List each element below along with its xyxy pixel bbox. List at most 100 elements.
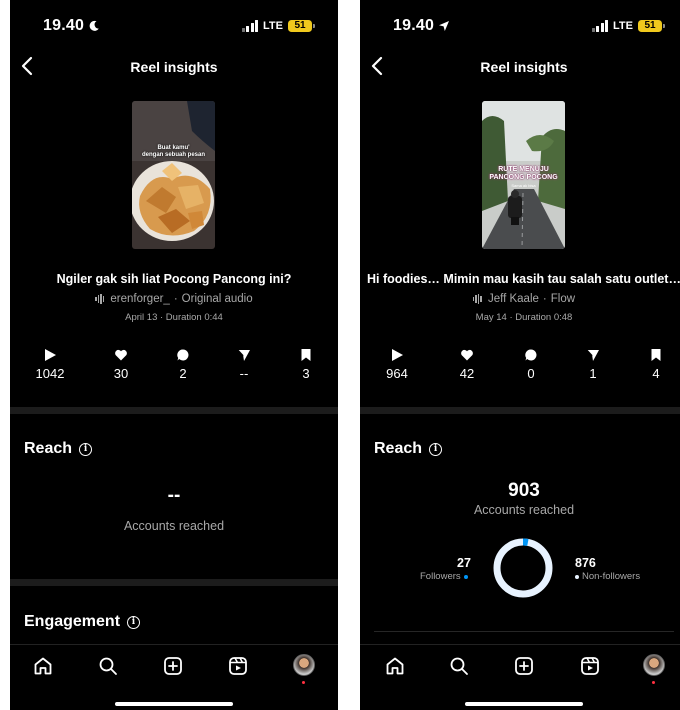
bottom-tab-bar xyxy=(360,644,680,710)
metrics-row: 964 42 0 1 4 xyxy=(360,348,680,384)
reach-title: Reach xyxy=(374,440,423,457)
home-icon[interactable] xyxy=(33,656,53,676)
audio-name: Flow xyxy=(550,293,576,305)
section-separator xyxy=(374,631,674,632)
shares-count: 1 xyxy=(589,366,597,381)
reach-heading: Reach i xyxy=(24,440,93,458)
signal-icon xyxy=(591,20,609,32)
nonfollowers-arc xyxy=(493,538,553,598)
saves-count: 4 xyxy=(652,366,660,381)
food-photo xyxy=(132,101,215,249)
comments-count: 2 xyxy=(179,366,187,381)
create-icon[interactable] xyxy=(163,656,183,676)
location-arrow-icon xyxy=(439,21,450,31)
status-indicators: LTE 51 xyxy=(241,20,315,32)
send-icon xyxy=(237,349,250,361)
likes-count: 30 xyxy=(113,366,129,381)
audio-info[interactable]: Jeff Kaale · Flow xyxy=(360,293,680,305)
reach-heading: Reach i xyxy=(374,440,443,458)
page-title: Reel insights xyxy=(480,59,568,75)
nav-bar: Reel insights xyxy=(360,50,680,84)
section-divider xyxy=(360,407,680,414)
thumb-overlay-text: RUTE MENUJU PANCONG POCONG xyxy=(489,166,558,181)
followers-label: Followers xyxy=(420,571,461,582)
audio-separator: · xyxy=(542,293,547,305)
audio-info[interactable]: erenforger_ · Original audio xyxy=(10,293,338,305)
clock-text: 19.40 xyxy=(43,17,85,34)
status-bar: 19.40 LTE 51 xyxy=(360,0,680,50)
battery-icon: 51 xyxy=(638,20,665,32)
saves-count: 3 xyxy=(302,366,310,381)
nonfollowers-label: Non-followers xyxy=(582,571,641,582)
info-icon[interactable]: i xyxy=(79,442,93,456)
reels-icon[interactable] xyxy=(228,656,248,676)
nav-bar: Reel insights xyxy=(10,50,338,84)
audio-separator: · xyxy=(173,293,178,305)
nonfollowers-legend: Non-followers xyxy=(575,571,640,582)
reach-label: Accounts reached xyxy=(473,503,575,517)
bookmark-icon xyxy=(651,349,661,361)
network-label: LTE xyxy=(613,20,633,32)
thumb-overlay-subtext: Sama ak bisa xyxy=(511,183,536,188)
reel-thumbnail[interactable]: Buat kamu' dengan sebuah pesan xyxy=(132,101,215,249)
saves-metric: 3 xyxy=(286,348,326,381)
engagement-title: Engagement xyxy=(24,613,121,630)
notification-dot xyxy=(652,681,655,684)
reels-icon[interactable] xyxy=(580,656,600,676)
reel-caption: Ngiler gak sih liat Pocong Pancong ini? xyxy=(56,272,292,286)
home-icon[interactable] xyxy=(385,656,405,676)
plays-metric: 964 xyxy=(377,348,417,381)
comments-metric: 2 xyxy=(163,348,203,381)
create-icon[interactable] xyxy=(514,656,534,676)
network-label: LTE xyxy=(263,20,283,32)
home-indicator xyxy=(465,702,583,706)
followers-count: 27 xyxy=(457,556,471,570)
audio-waveform-icon xyxy=(95,294,105,304)
audio-author: Jeff Kaale xyxy=(487,293,539,305)
shares-count: -- xyxy=(239,366,249,381)
info-icon[interactable]: i xyxy=(429,442,443,456)
phone-screen-right: 19.40 LTE 51 Reel insights RUTE MENUJU P… xyxy=(360,0,680,710)
reel-caption: Hi foodies… Mimin mau kasih tau salah sa… xyxy=(367,272,680,286)
heart-icon xyxy=(461,349,473,361)
phone-screen-left: 19.40 LTE 51 Reel insights Buat kamu' de… xyxy=(10,0,338,710)
audio-author: erenforger_ xyxy=(110,293,170,305)
comment-icon xyxy=(177,349,189,361)
notification-dot xyxy=(302,681,305,684)
search-icon[interactable] xyxy=(449,656,469,676)
nonfollowers-count: 876 xyxy=(575,556,596,570)
status-time: 19.40 xyxy=(393,17,450,35)
page-title: Reel insights xyxy=(130,59,218,75)
status-indicators: LTE 51 xyxy=(591,20,665,32)
bookmark-icon xyxy=(301,349,311,361)
followers-dot xyxy=(463,574,468,579)
followers-legend: Followers xyxy=(420,571,468,582)
profile-avatar[interactable] xyxy=(293,654,315,676)
reach-title: Reach xyxy=(24,440,73,457)
reach-value: -- xyxy=(167,485,181,506)
reel-thumbnail[interactable]: RUTE MENUJU PANCONG POCONG Sama ak bisa xyxy=(482,101,565,249)
audio-name: Original audio xyxy=(181,293,253,305)
date-duration: May 14 · Duration 0:48 xyxy=(475,312,573,323)
likes-metric: 30 xyxy=(101,348,141,381)
info-icon[interactable]: i xyxy=(127,615,141,629)
saves-metric: 4 xyxy=(636,348,676,381)
audio-waveform-icon xyxy=(472,294,482,304)
home-indicator xyxy=(115,702,233,706)
reach-value: 903 xyxy=(508,480,540,501)
signal-icon xyxy=(241,20,259,32)
shares-metric: -- xyxy=(224,348,264,381)
clock-text: 19.40 xyxy=(393,17,435,34)
battery-icon: 51 xyxy=(288,20,315,32)
section-divider xyxy=(10,579,338,586)
play-icon xyxy=(392,349,403,361)
heart-icon xyxy=(115,349,127,361)
profile-avatar[interactable] xyxy=(643,654,665,676)
date-duration: April 13 · Duration 0:44 xyxy=(125,312,223,323)
search-icon[interactable] xyxy=(98,656,118,676)
play-icon xyxy=(45,349,56,361)
comments-count: 0 xyxy=(527,366,535,381)
status-bar: 19.40 LTE 51 xyxy=(10,0,338,50)
likes-count: 42 xyxy=(459,366,475,381)
engagement-heading: Engagement i xyxy=(24,613,141,631)
